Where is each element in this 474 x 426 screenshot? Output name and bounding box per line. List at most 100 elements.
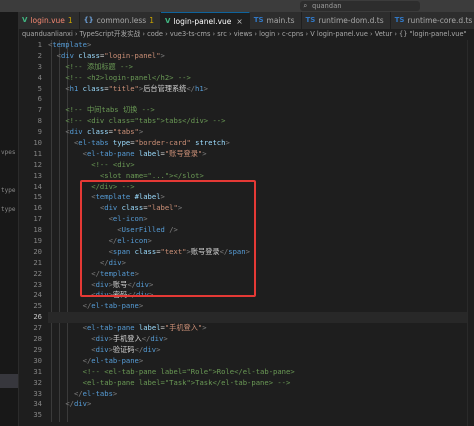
explorer-item[interactable] bbox=[0, 127, 18, 141]
code-line[interactable] bbox=[48, 94, 468, 105]
line-number: 16 bbox=[33, 203, 42, 213]
code-line[interactable]: </el-tab-pane> bbox=[48, 301, 468, 312]
code-line[interactable]: <!-- <h2>login-panel</h2> --> bbox=[48, 73, 468, 84]
line-number: 10 bbox=[33, 138, 42, 148]
line-number: 32 bbox=[33, 377, 42, 387]
code-token: </ bbox=[134, 344, 144, 354]
code-token: div bbox=[69, 127, 83, 137]
line-number: 33 bbox=[33, 388, 42, 398]
code-token: > bbox=[138, 355, 144, 365]
command-center-search[interactable]: ⌕ quandan bbox=[300, 1, 420, 11]
code-line[interactable]: <template> bbox=[48, 40, 468, 51]
explorer-item[interactable] bbox=[0, 355, 18, 369]
code-token: </ bbox=[186, 83, 196, 93]
code-line[interactable]: <!-- <el-tab-pane label="Role">Role</el-… bbox=[48, 367, 468, 378]
code-token: > bbox=[203, 83, 208, 93]
tab-label: main.ts bbox=[266, 16, 295, 25]
editor-tab[interactable]: TS main.ts bbox=[249, 12, 302, 29]
line-number: 1 bbox=[37, 40, 42, 49]
code-line[interactable] bbox=[48, 410, 468, 421]
code-line[interactable] bbox=[48, 312, 468, 324]
explorer-item[interactable] bbox=[0, 108, 18, 122]
code-token: <!-- <h2>login-panel</h2> --> bbox=[65, 72, 191, 82]
line-number: 7 bbox=[37, 105, 42, 115]
line-number: 21 bbox=[33, 257, 42, 267]
code-line[interactable]: </el-tab-pane> bbox=[48, 356, 468, 367]
explorer-item[interactable]: type bbox=[0, 184, 18, 198]
explorer-item[interactable]: type bbox=[0, 203, 18, 217]
line-number: 20 bbox=[33, 246, 42, 256]
code-token: h1 bbox=[195, 83, 204, 93]
code-line[interactable]: <el-tab-pane label="账号登录"> bbox=[48, 149, 468, 160]
code-token: div bbox=[150, 334, 164, 344]
code-token: "tabs" bbox=[112, 127, 139, 137]
code-line[interactable]: <div>验证码</div> bbox=[48, 345, 468, 356]
explorer-item[interactable] bbox=[0, 298, 18, 312]
code-line[interactable]: <!-- <div> bbox=[48, 160, 468, 171]
code-token: </ bbox=[73, 388, 83, 398]
editor-tab[interactable]: {} common.less 1 bbox=[79, 12, 161, 29]
code-token: <!-- 添加标题 --> bbox=[65, 61, 134, 71]
code-line[interactable]: <el-tab-pane label="Task">Task</el-tab-p… bbox=[48, 378, 468, 389]
code-token: el-tabs bbox=[78, 138, 109, 148]
code-token: <!-- <el-tab-pane label="Role">Role</el-… bbox=[82, 366, 295, 376]
line-number: 13 bbox=[33, 170, 42, 180]
code-line[interactable]: <div class="login-panel"> bbox=[48, 51, 468, 62]
explorer-item[interactable] bbox=[0, 241, 18, 255]
code-line[interactable]: </el-tabs> bbox=[48, 389, 468, 400]
explorer-item[interactable] bbox=[0, 393, 18, 407]
explorer-item[interactable] bbox=[0, 222, 18, 236]
line-number: 14 bbox=[33, 181, 42, 191]
line-number: 4 bbox=[37, 72, 42, 82]
code-token: label bbox=[138, 148, 161, 158]
explorer-item[interactable] bbox=[0, 279, 18, 293]
code-token: </ bbox=[82, 355, 92, 365]
editor-tab[interactable]: Vlogin-panel.vue × bbox=[161, 12, 250, 29]
code-line[interactable]: <el-tabs type="border-card" stretch> bbox=[48, 138, 468, 149]
code-line[interactable]: <div>手机登入</div> bbox=[48, 334, 468, 345]
code-token: <!-- 中间tabs 切换 --> bbox=[65, 105, 155, 115]
code-token: label bbox=[138, 323, 161, 333]
explorer-item[interactable] bbox=[0, 374, 18, 388]
editor-tab[interactable]: TS runtime-core.d.ts bbox=[390, 12, 474, 29]
explorer-item[interactable] bbox=[0, 260, 18, 274]
explorer-item[interactable] bbox=[0, 336, 18, 350]
code-token: el-tab-pane bbox=[91, 301, 139, 311]
code-token: el-tabs bbox=[82, 388, 113, 398]
breadcrumb[interactable]: quanduanlianxi › TypeScript开发实战 › code ›… bbox=[18, 29, 474, 40]
line-number: 18 bbox=[33, 225, 42, 235]
close-icon[interactable]: × bbox=[236, 13, 242, 30]
code-line[interactable]: </div> bbox=[48, 399, 468, 410]
explorer-item[interactable] bbox=[0, 165, 18, 179]
explorer-item[interactable] bbox=[0, 317, 18, 331]
code-line[interactable]: <!-- 添加标题 --> bbox=[48, 62, 468, 73]
code-token: div bbox=[143, 344, 157, 354]
editor-tab[interactable]: TS runtime-dom.d.ts bbox=[301, 12, 391, 29]
line-number: 25 bbox=[33, 301, 42, 311]
line-number: 12 bbox=[33, 159, 42, 169]
explorer-item[interactable] bbox=[0, 70, 18, 84]
explorer-item[interactable]: vpes bbox=[0, 146, 18, 160]
code-line[interactable]: <h1 class="title">后台管理系统</h1> bbox=[48, 84, 468, 95]
explorer-item[interactable] bbox=[0, 89, 18, 103]
editor-tab[interactable]: Vlogin.vue 1 bbox=[18, 12, 80, 29]
code-line[interactable]: <div class="tabs"> bbox=[48, 127, 468, 138]
code-token: 验证码 bbox=[112, 344, 135, 354]
code-token: el-tab-pane bbox=[91, 355, 139, 365]
code-token: class bbox=[86, 127, 109, 137]
code-line[interactable]: <!-- <div class="tabs">tabs</div> --> bbox=[48, 116, 468, 127]
code-line[interactable]: <!-- 中间tabs 切换 --> bbox=[48, 105, 468, 116]
code-line[interactable]: <el-tab-pane label="手机登入"> bbox=[48, 323, 468, 334]
editor-scrollbar[interactable] bbox=[467, 40, 474, 426]
search-text: quandan bbox=[312, 2, 342, 10]
